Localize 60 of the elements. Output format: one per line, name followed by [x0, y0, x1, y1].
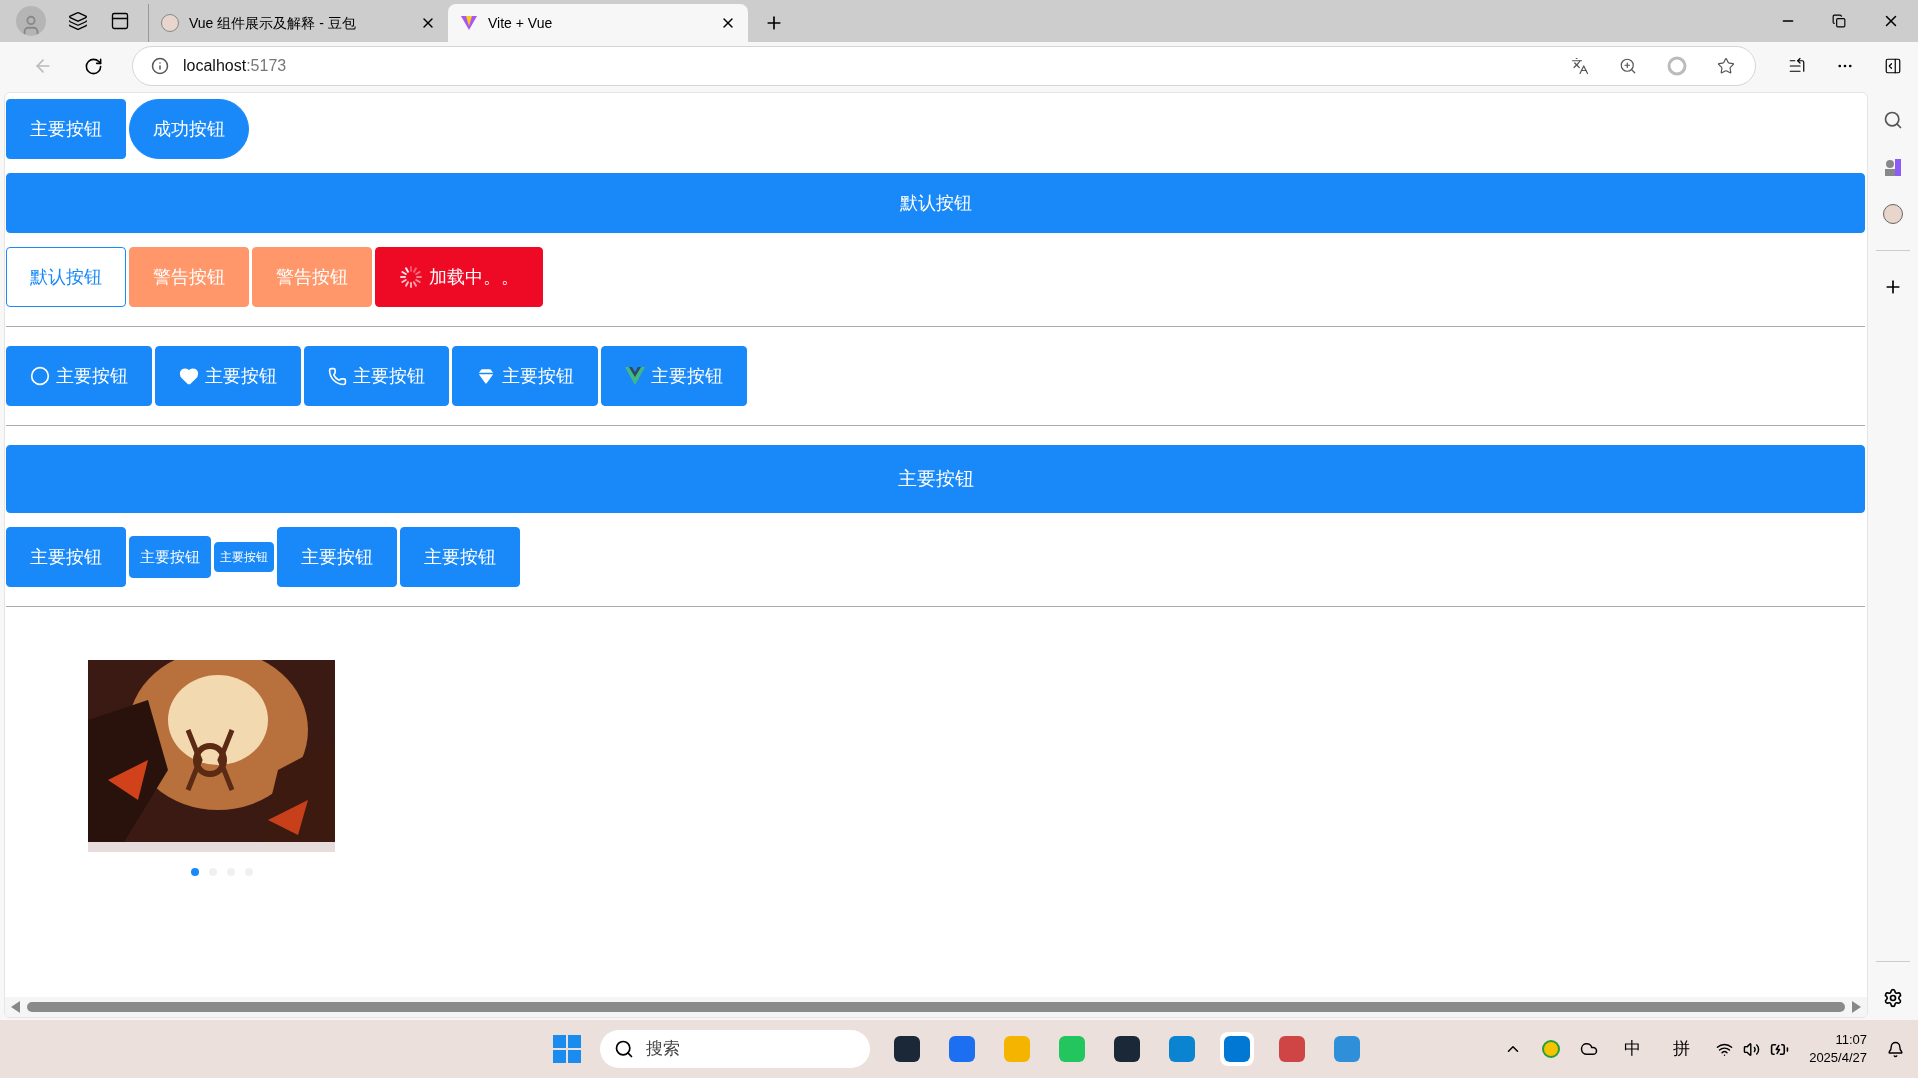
button[interactable]: 主要按钮 [6, 445, 1865, 513]
scroll-right-icon[interactable] [1851, 1001, 1861, 1013]
button[interactable]: 主要按钮 [601, 346, 747, 406]
button[interactable]: 主要按钮 [214, 542, 274, 572]
button[interactable]: 主要按钮 [304, 346, 449, 406]
search-icon[interactable] [1883, 110, 1903, 130]
clock-time[interactable]: 11:07 [1835, 1031, 1867, 1049]
zoom-in-icon[interactable] [1619, 57, 1637, 75]
search-icon [614, 1039, 634, 1059]
notification-icon[interactable] [1887, 1040, 1904, 1058]
volume-icon[interactable] [1743, 1040, 1761, 1058]
input-method[interactable]: 拼 [1667, 1036, 1697, 1062]
button[interactable]: 警告按钮 [129, 247, 249, 307]
spinner-icon [399, 265, 423, 289]
tab-actions-icon[interactable] [110, 11, 130, 31]
browser-tab[interactable]: Vite + Vue [448, 4, 748, 42]
start-icon[interactable] [552, 1034, 582, 1064]
address-bar[interactable]: localhost:5173 [132, 46, 1756, 86]
button[interactable]: 主要按钮 [6, 99, 126, 159]
button[interactable]: 主要按钮 [155, 346, 301, 406]
button[interactable]: 警告按钮 [252, 247, 372, 307]
restore-icon[interactable] [1832, 14, 1846, 28]
button[interactable]: 默认按钮 [6, 173, 1865, 233]
scrollbar-thumb[interactable] [27, 1002, 1845, 1012]
button[interactable]: 主要按钮 [452, 346, 598, 406]
button[interactable]: 主要按钮 [6, 527, 126, 587]
taskbar-search[interactable]: 搜索 [600, 1030, 870, 1068]
star-icon[interactable] [1717, 57, 1735, 75]
button[interactable]: 主要按钮 [6, 346, 152, 406]
input-method[interactable]: 中 [1618, 1036, 1648, 1062]
sidebar-toggle-icon[interactable] [1884, 57, 1902, 75]
favorites-icon[interactable] [1788, 57, 1806, 75]
diamond-icon [476, 366, 496, 386]
button[interactable]: 成功按钮 [129, 99, 249, 159]
button[interactable]: 主要按钮 [277, 527, 397, 587]
clock-date[interactable]: 2025/4/27 [1809, 1049, 1867, 1067]
horizontal-scrollbar[interactable] [5, 997, 1867, 1017]
phone-icon [328, 366, 347, 386]
button[interactable]: 主要按钮 [129, 536, 211, 578]
button[interactable]: 加载中。。 [375, 247, 543, 307]
cloud-icon[interactable] [1580, 1040, 1599, 1058]
info-icon [151, 57, 169, 75]
reload-icon[interactable] [84, 56, 103, 76]
circle-icon [30, 366, 50, 386]
avatar-icon[interactable] [1883, 204, 1903, 224]
game-pieces-icon[interactable] [1882, 156, 1904, 178]
tab-title: Vite + Vue [488, 13, 554, 33]
search-input[interactable]: 搜索 [646, 1036, 856, 1062]
button[interactable]: 默认按钮 [6, 247, 126, 307]
heart-icon [179, 366, 199, 386]
v-logo-icon [625, 367, 645, 385]
workspaces-icon[interactable] [68, 11, 88, 31]
avatar-icon [161, 14, 179, 32]
button[interactable]: 主要按钮 [400, 527, 520, 587]
translate-icon[interactable] [1571, 57, 1589, 75]
triangle-logo-icon [460, 14, 478, 32]
settings-icon[interactable] [1883, 988, 1903, 1008]
url-text: localhost:5173 [183, 56, 287, 76]
tab-title: Vue 组件展示及解释 - 豆包 [189, 13, 357, 33]
scroll-left-icon[interactable] [11, 1001, 21, 1013]
